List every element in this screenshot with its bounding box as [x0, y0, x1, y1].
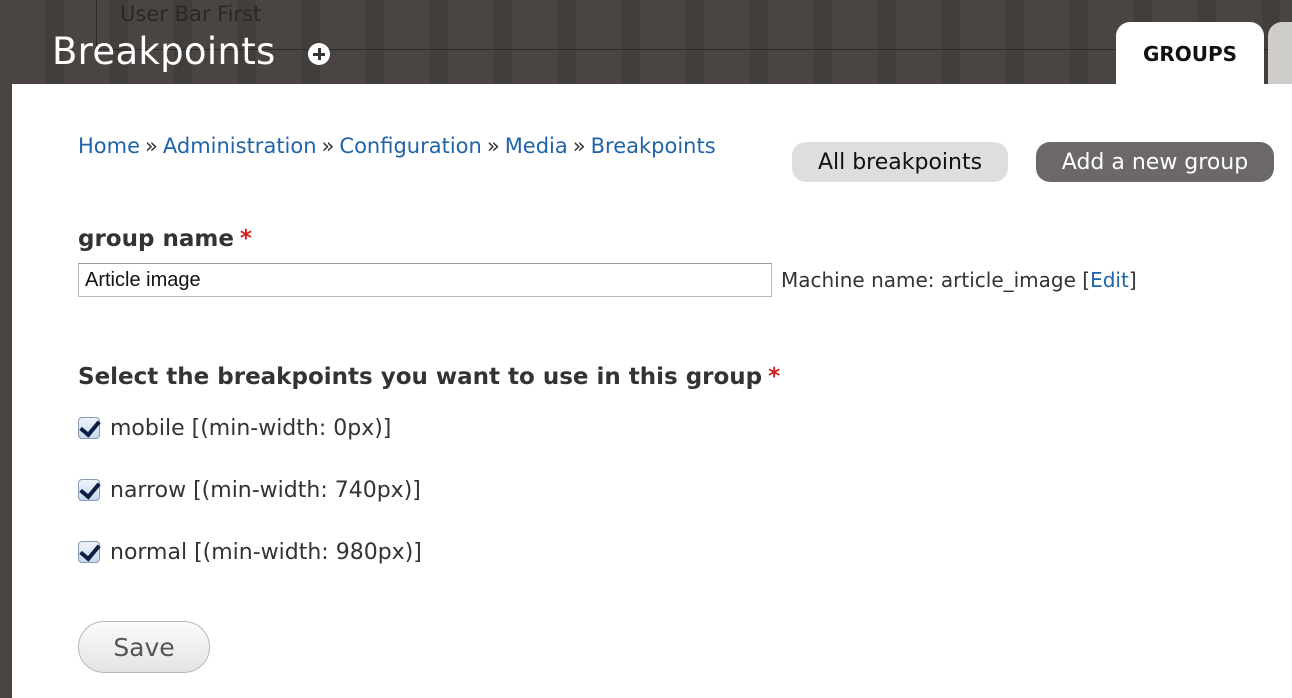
group-name-label-text: group name [78, 226, 234, 252]
all-breakpoints-button[interactable]: All breakpoints [792, 142, 1008, 182]
group-name-label: group name * [78, 224, 252, 254]
breadcrumb-separator: » [486, 134, 500, 158]
breakpoint-option-narrow[interactable]: narrow [(min-width: 740px)] [78, 475, 421, 505]
machine-name-suffix: ] [1128, 268, 1137, 292]
admin-header: User Bar First Breakpoints GROUPS [0, 0, 1292, 86]
required-marker: * [239, 226, 252, 252]
tab-secondary[interactable] [1268, 22, 1292, 84]
breadcrumb: Home» Administration» Configuration» Media»… [78, 132, 716, 160]
breadcrumb-separator: » [321, 134, 335, 158]
add-new-group-button[interactable]: Add a new group [1036, 142, 1274, 182]
group-name-input[interactable] [78, 263, 772, 297]
breakpoint-option-label: mobile [(min-width: 0px)] [110, 415, 392, 441]
page-left-border [0, 84, 12, 698]
page-title: Breakpoints [52, 30, 276, 73]
machine-name-prefix: Machine name: article_image [ [781, 268, 1091, 292]
breakpoint-option-label: normal [(min-width: 980px)] [110, 539, 422, 565]
save-button[interactable]: Save [78, 621, 210, 673]
breadcrumb-separator: » [145, 134, 158, 158]
breakpoints-label-text: Select the breakpoints you want to use i… [78, 364, 763, 390]
breadcrumb-configuration[interactable]: Configuration [339, 134, 481, 158]
breadcrumb-separator: » [572, 134, 586, 158]
add-shortcut-icon[interactable] [308, 43, 330, 65]
breakpoint-option-normal[interactable]: normal [(min-width: 980px)] [78, 537, 422, 567]
breakpoints-label: Select the breakpoints you want to use i… [78, 362, 780, 392]
checkbox-checked-icon[interactable] [78, 479, 100, 501]
breadcrumb-breakpoints[interactable]: Breakpoints [591, 134, 716, 158]
required-marker: * [768, 364, 781, 390]
checkbox-checked-icon[interactable] [78, 541, 100, 563]
tab-groups[interactable]: GROUPS [1116, 22, 1264, 86]
machine-name-edit-link[interactable]: Edit [1090, 268, 1129, 292]
checkbox-checked-icon[interactable] [78, 417, 100, 439]
breadcrumb-home[interactable]: Home [78, 134, 140, 158]
breakpoint-option-label: narrow [(min-width: 740px)] [110, 477, 421, 503]
breadcrumb-media[interactable]: Media [505, 134, 568, 158]
breakpoint-option-mobile[interactable]: mobile [(min-width: 0px)] [78, 413, 391, 443]
user-bar-label: User Bar First [120, 2, 262, 26]
breadcrumb-administration[interactable]: Administration [163, 134, 317, 158]
machine-name: Machine name: article_image [Edit] [781, 266, 1137, 294]
